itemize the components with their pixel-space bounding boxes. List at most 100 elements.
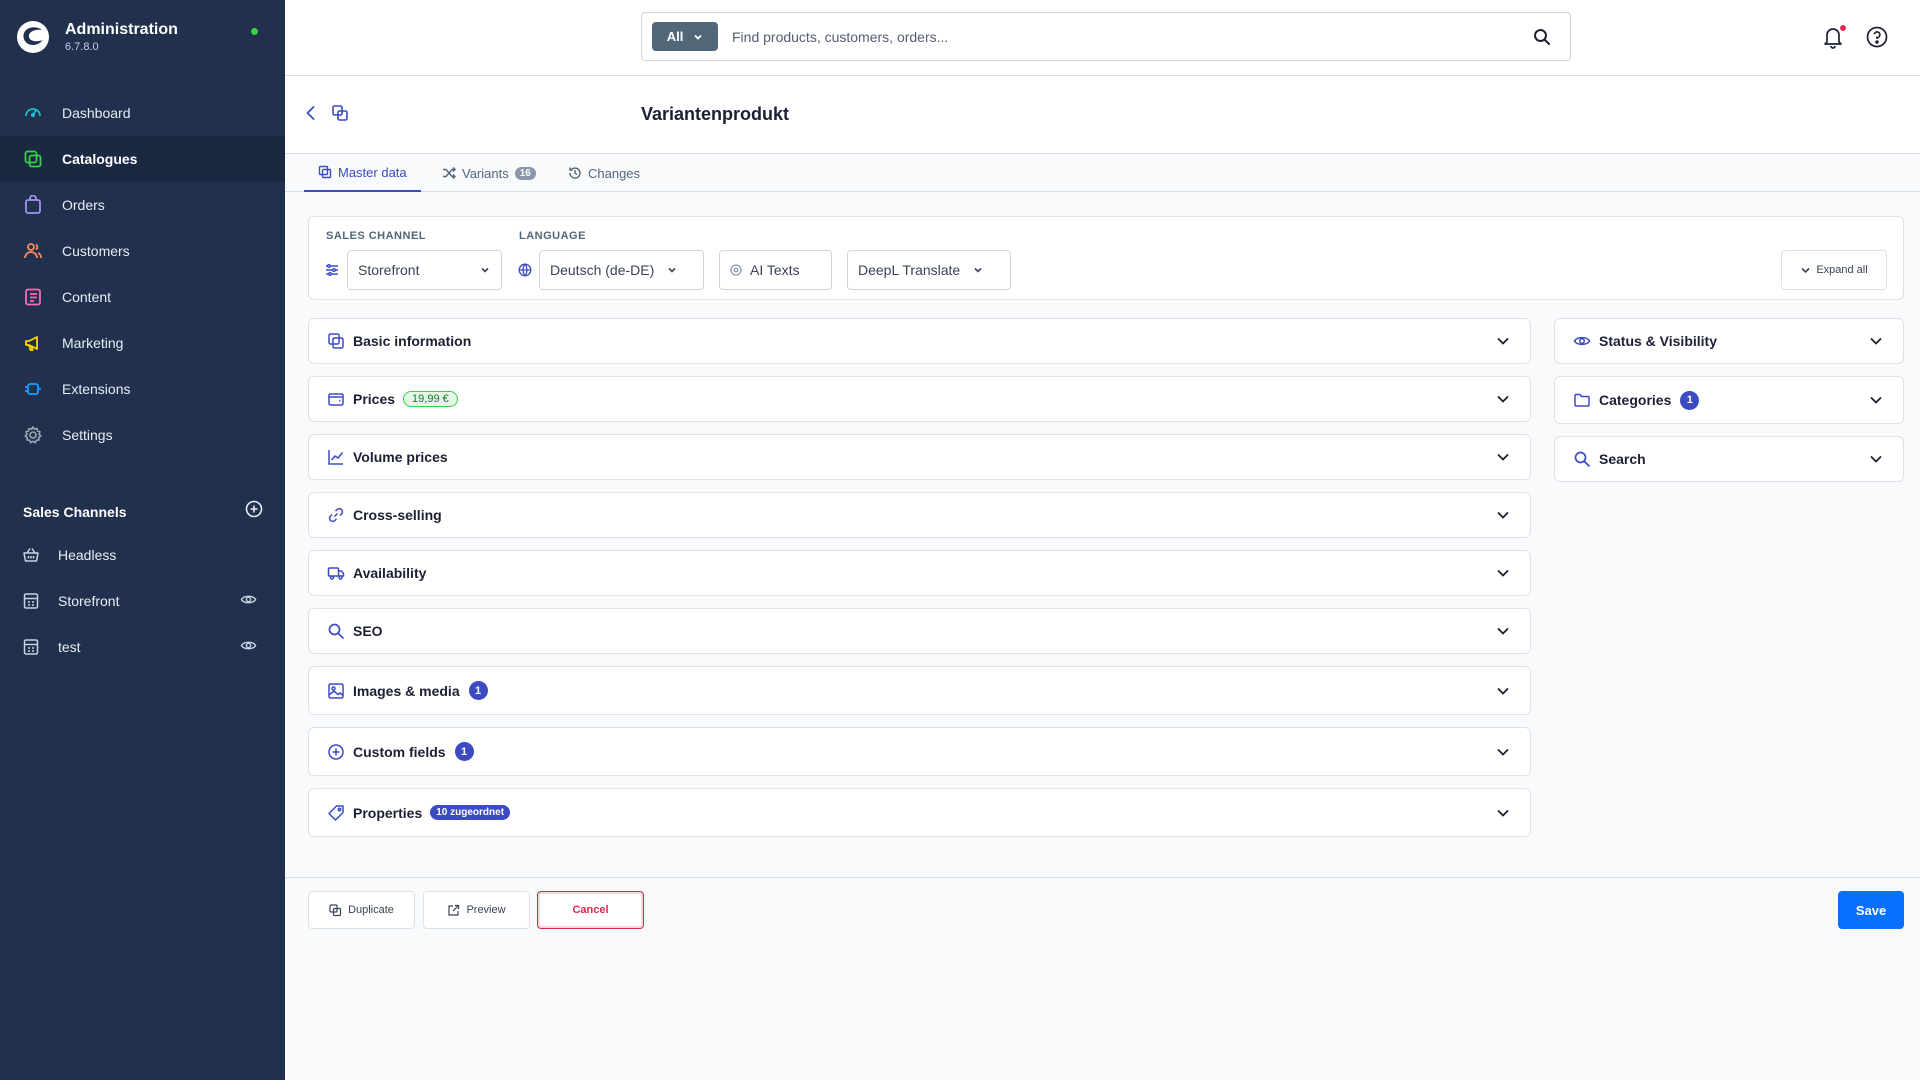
- copy-icon[interactable]: [331, 104, 349, 122]
- nav-label: Extensions: [62, 381, 131, 397]
- chevron-down-icon[interactable]: [1494, 448, 1512, 466]
- topbar: All: [285, 0, 1920, 76]
- section-images-media[interactable]: Images & media 1: [308, 666, 1531, 715]
- section-properties[interactable]: Properties 10 zugeordnet: [308, 788, 1531, 837]
- section-seo[interactable]: SEO: [308, 608, 1531, 654]
- section-label: Custom fields: [353, 743, 446, 760]
- notification-dot: [1840, 25, 1846, 31]
- section-cross-selling[interactable]: Cross-selling: [308, 492, 1531, 538]
- chevron-down-icon[interactable]: [1867, 391, 1885, 409]
- chevron-down-icon[interactable]: [1494, 506, 1512, 524]
- plus-circle-icon: [328, 743, 344, 760]
- chevron-down-icon[interactable]: [1494, 564, 1512, 582]
- chevron-down-icon[interactable]: [1494, 743, 1512, 761]
- sales-channel-storefront[interactable]: Storefront: [0, 578, 285, 624]
- orders-icon: [22, 194, 44, 216]
- tab-bar: Master data Variants 16 Changes: [285, 154, 1920, 192]
- search-icon: [328, 623, 344, 639]
- chevron-down-icon[interactable]: [1494, 622, 1512, 640]
- nav-label: Content: [62, 289, 112, 305]
- chevron-down-icon[interactable]: [1494, 390, 1512, 408]
- nav-catalogues[interactable]: Catalogues: [0, 136, 285, 182]
- section-label: SEO: [353, 623, 383, 639]
- back-arrow-icon[interactable]: [301, 103, 321, 123]
- duplicate-button[interactable]: Duplicate: [308, 891, 415, 929]
- search-icon[interactable]: [1532, 27, 1552, 47]
- search-type-label: All: [666, 29, 684, 44]
- custom-fields-count-badge: 1: [454, 742, 474, 761]
- ai-texts-button[interactable]: AI Texts: [719, 250, 832, 290]
- section-basic-information[interactable]: Basic information: [308, 318, 1531, 364]
- nav-customers[interactable]: Customers: [0, 228, 285, 274]
- variants-count-badge: 16: [514, 166, 536, 180]
- image-icon: [328, 682, 344, 699]
- chevron-down-icon[interactable]: [1867, 450, 1885, 468]
- nav-settings[interactable]: Settings: [0, 412, 285, 458]
- section-availability[interactable]: Availability: [308, 550, 1531, 596]
- app-title: Administration: [65, 21, 178, 38]
- tab-variants[interactable]: Variants 16: [442, 154, 536, 192]
- history-icon: [569, 167, 581, 179]
- chevron-down-icon: [668, 267, 676, 273]
- main-nav: Dashboard Catalogues Orders Customers Co…: [0, 90, 285, 458]
- language-select[interactable]: Deutsch (de-DE): [539, 250, 704, 290]
- nav-extensions[interactable]: Extensions: [0, 366, 285, 412]
- tab-changes[interactable]: Changes: [568, 154, 640, 192]
- sales-channel-label: test: [58, 639, 81, 655]
- chevron-down-icon[interactable]: [1494, 804, 1512, 822]
- expand-all-button[interactable]: Expand all: [1781, 250, 1887, 290]
- nav-label: Marketing: [62, 335, 124, 351]
- section-label: Properties: [353, 804, 423, 821]
- section-custom-fields[interactable]: Custom fields 1: [308, 727, 1531, 776]
- expand-all-label: Expand all: [1816, 264, 1868, 276]
- nav-label: Settings: [62, 427, 113, 443]
- eye-icon: [1573, 336, 1591, 346]
- section-label: Search: [1599, 451, 1646, 467]
- nav-marketing[interactable]: Marketing: [0, 320, 285, 366]
- properties-count-badge: 10 zugeordnet: [430, 805, 511, 820]
- sales-channel-select[interactable]: Storefront: [347, 250, 502, 290]
- sales-channel-test[interactable]: test: [0, 624, 285, 670]
- nav-orders[interactable]: Orders: [0, 182, 285, 228]
- save-button[interactable]: Save: [1838, 891, 1904, 929]
- storefront-icon: [23, 639, 39, 655]
- section-volume-prices[interactable]: Volume prices: [308, 434, 1531, 480]
- section-prices[interactable]: Prices 19,99 €: [308, 376, 1531, 422]
- add-sales-channel-icon[interactable]: [245, 500, 263, 523]
- extensions-icon: [22, 378, 44, 400]
- duplicate-label: Duplicate: [348, 904, 394, 916]
- brand[interactable]: Administration 6.7.8.0: [16, 20, 178, 54]
- section-categories[interactable]: Categories 1: [1554, 376, 1904, 424]
- preview-button[interactable]: Preview: [423, 891, 530, 929]
- section-status-visibility[interactable]: Status & Visibility: [1554, 318, 1904, 364]
- storefront-icon: [23, 593, 39, 609]
- chevron-down-icon[interactable]: [1494, 682, 1512, 700]
- search-type-select[interactable]: All: [652, 22, 718, 51]
- sales-channels-title: Sales Channels: [23, 503, 127, 520]
- section-search[interactable]: Search: [1554, 436, 1904, 482]
- section-label: Images & media: [353, 682, 460, 699]
- sales-channel-headless[interactable]: Headless: [0, 532, 285, 578]
- nav-dashboard[interactable]: Dashboard: [0, 90, 285, 136]
- chevron-down-icon[interactable]: [1494, 332, 1512, 350]
- search-icon: [1574, 451, 1590, 467]
- deepl-translate-select[interactable]: DeepL Translate: [847, 250, 1011, 290]
- cancel-button[interactable]: Cancel: [537, 891, 644, 929]
- settings-icon: [22, 424, 44, 446]
- help-icon[interactable]: [1865, 25, 1889, 49]
- tab-master-data[interactable]: Master data: [304, 154, 421, 192]
- chart-icon: [328, 450, 344, 465]
- sales-channel-label: Headless: [58, 547, 117, 563]
- nav-label: Dashboard: [62, 105, 131, 121]
- status-dot: [251, 28, 258, 35]
- search-input[interactable]: [732, 28, 1532, 45]
- section-label: Availability: [353, 565, 427, 581]
- eye-icon[interactable]: [240, 637, 257, 657]
- action-bar: Duplicate Preview Cancel Save: [285, 877, 1920, 941]
- eye-icon[interactable]: [240, 591, 257, 611]
- section-label: Categories: [1599, 392, 1672, 408]
- tab-label: Master data: [338, 164, 407, 180]
- nav-content[interactable]: Content: [0, 274, 285, 320]
- chevron-down-icon[interactable]: [1867, 332, 1885, 350]
- sales-channel-label: SALES CHANNEL: [326, 230, 427, 242]
